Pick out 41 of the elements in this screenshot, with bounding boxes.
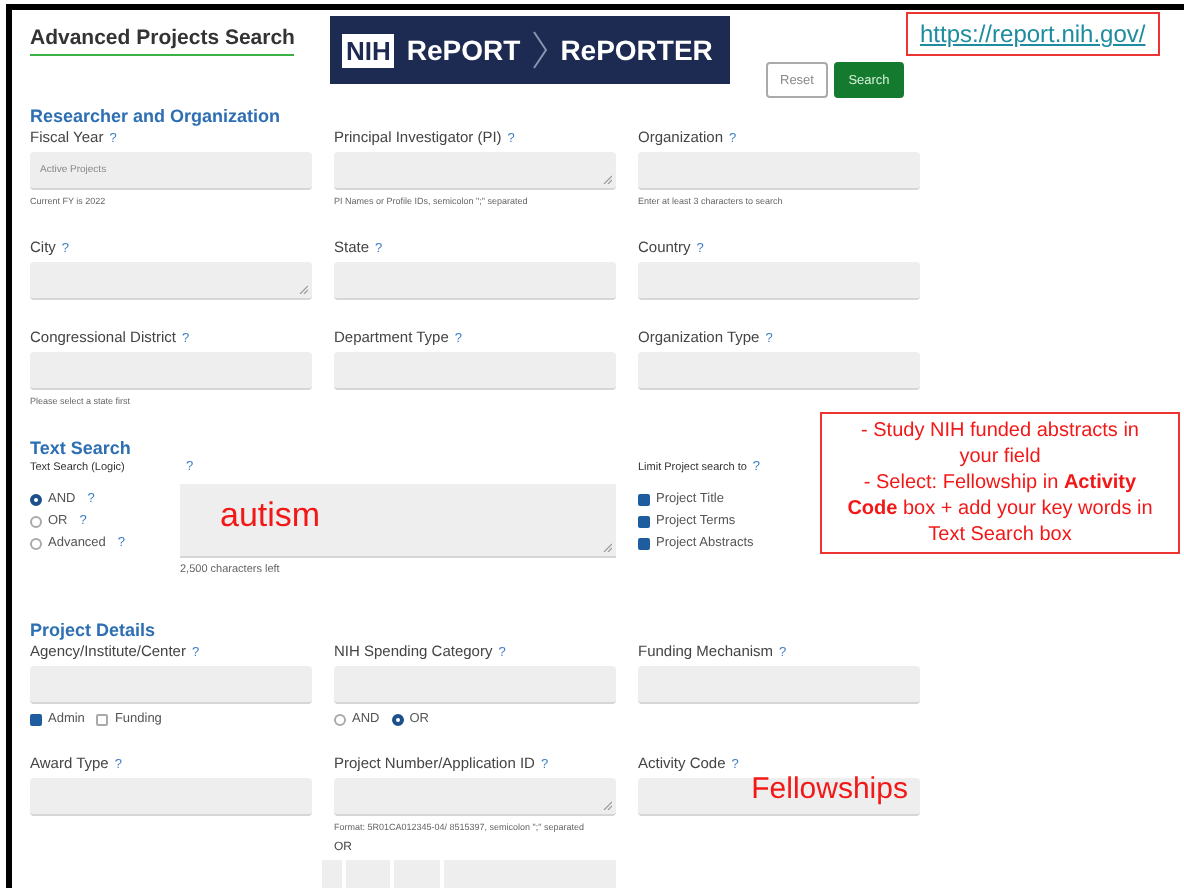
- field-value: Fellowships: [751, 772, 908, 806]
- resize-grip-icon[interactable]: [298, 284, 308, 294]
- section-title: Researcher and Organization: [30, 106, 281, 128]
- radio-button[interactable]: [30, 537, 42, 549]
- select-field[interactable]: [30, 778, 312, 816]
- section-title: Text Search: [30, 438, 131, 460]
- field-value: autism: [220, 496, 321, 536]
- select-field[interactable]: [638, 262, 920, 300]
- text-area[interactable]: autism: [180, 484, 616, 558]
- checkbox[interactable]: [638, 515, 650, 527]
- logo-text: RePORT: [406, 34, 521, 66]
- chevron-icon: [532, 30, 549, 70]
- select-field[interactable]: [334, 352, 616, 390]
- text-area[interactable]: [334, 152, 616, 190]
- select-field[interactable]: [638, 666, 920, 704]
- select-field[interactable]: [334, 666, 616, 704]
- select-field[interactable]: [334, 262, 616, 300]
- select-field[interactable]: [638, 152, 920, 190]
- select-field[interactable]: [30, 666, 312, 704]
- radio-button[interactable]: [30, 515, 42, 527]
- select-field[interactable]: [30, 352, 312, 390]
- select-field[interactable]: [638, 352, 920, 390]
- radio-button[interactable]: [391, 713, 404, 725]
- checkbox[interactable]: [30, 713, 42, 725]
- annotation-note: - Study NIH funded abstracts in your field - Select: Fellowship in Activity Code box + add your key words in Text Search box: [820, 412, 1180, 554]
- logo-text: NIH: [342, 33, 395, 67]
- checkbox[interactable]: [96, 713, 109, 725]
- resize-grip-icon[interactable]: [602, 542, 612, 552]
- checkbox[interactable]: [638, 493, 650, 505]
- radio-button[interactable]: [30, 493, 42, 505]
- logo-text: RePORTER: [560, 34, 713, 66]
- checkbox[interactable]: [638, 537, 650, 549]
- resize-grip-icon[interactable]: [602, 174, 612, 184]
- page-title: Advanced Projects Search: [30, 26, 295, 56]
- text-area[interactable]: [30, 262, 312, 300]
- select-field[interactable]: Fellowships: [638, 778, 920, 816]
- section-title: Project Details: [30, 620, 156, 642]
- radio-button[interactable]: [334, 713, 346, 725]
- resize-grip-icon[interactable]: [602, 800, 612, 810]
- text-area[interactable]: [334, 778, 616, 816]
- url-link[interactable]: https://report.nih.gov/: [906, 12, 1160, 56]
